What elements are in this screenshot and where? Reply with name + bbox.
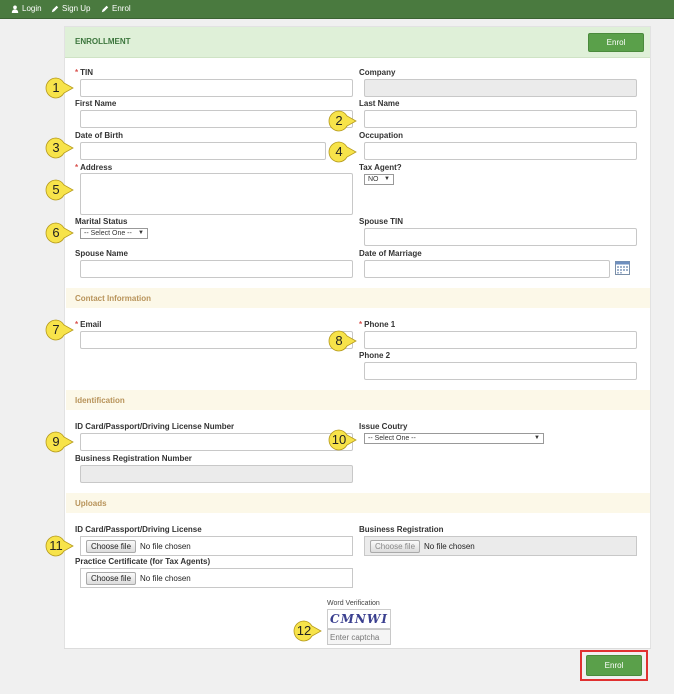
address-label: * Address [75, 163, 113, 172]
business-reg-label: Business Registration [359, 525, 444, 534]
first-name-label: First Name [75, 99, 117, 108]
card-header: ENROLLMENT Enrol [65, 27, 650, 58]
date-of-marriage-label: Date of Marriage [359, 249, 422, 258]
chevron-down-icon: ▼ [138, 230, 144, 236]
email-label: * Email [75, 320, 102, 329]
callout-badge-4: 4 [327, 140, 357, 164]
uploads-section-header: Uploads [66, 493, 650, 513]
pencil-icon [51, 5, 59, 12]
company-label: Company [359, 68, 396, 77]
calendar-icon[interactable] [615, 260, 630, 275]
dob-input[interactable] [80, 142, 326, 160]
contact-section-header: Contact Information [66, 288, 650, 308]
nav-signup-label: Sign Up [62, 4, 91, 13]
id-file-upload[interactable]: Choose file No file chosen [80, 536, 353, 556]
tin-input[interactable] [80, 79, 353, 97]
occupation-input[interactable] [364, 142, 637, 160]
phone1-label: * Phone 1 [359, 320, 396, 329]
nav-enrol-label: Enrol [112, 4, 131, 13]
chevron-down-icon: ▼ [384, 176, 390, 182]
enrol-highlight-box [580, 650, 648, 681]
callout-badge-2: 2 [327, 109, 357, 133]
captcha-input[interactable]: Enter captcha [327, 629, 391, 645]
callout-badge-6: 6 [44, 221, 74, 245]
id-number-input[interactable] [80, 433, 353, 451]
nav-enrol-link[interactable]: Enrol [101, 4, 131, 13]
address-textarea[interactable] [80, 173, 353, 215]
tin-label: * TIN [75, 68, 94, 77]
callout-badge-11: 11 [44, 534, 74, 558]
last-name-label: Last Name [359, 99, 400, 108]
marital-status-label: Marital Status [75, 217, 128, 226]
identification-section-header: Identification [66, 390, 650, 410]
id-number-label: ID Card/Passport/Driving License Number [75, 422, 235, 431]
callout-badge-7: 7 [44, 318, 74, 342]
phone2-label: Phone 2 [359, 351, 391, 360]
practice-cert-label: Practice Certificate (for Tax Agents) [75, 557, 211, 566]
header-enrol-button[interactable]: Enrol [588, 33, 644, 52]
brn-label: Business Registration Number [75, 454, 192, 463]
captcha-label: Word Verification [327, 600, 380, 607]
callout-badge-1: 1 [44, 76, 74, 100]
choose-file-button[interactable]: Choose file [86, 571, 137, 585]
brn-input[interactable] [80, 465, 353, 483]
captcha-image: CMNWI [327, 609, 391, 629]
occupation-label: Occupation [359, 131, 404, 140]
chevron-down-icon: ▼ [534, 435, 540, 441]
choose-file-button[interactable]: Choose file [86, 539, 137, 553]
nav-login-link[interactable]: Login [11, 4, 42, 13]
callout-badge-10: 10 [327, 428, 357, 452]
last-name-input[interactable] [364, 110, 637, 128]
phone1-input[interactable] [364, 331, 637, 349]
email-input[interactable] [80, 331, 353, 349]
callout-badge-5: 5 [44, 178, 74, 202]
callout-badge-9: 9 [44, 430, 74, 454]
choose-file-button[interactable]: Choose file [370, 539, 421, 553]
id-file-label: ID Card/Passport/Driving License [75, 525, 202, 534]
issue-country-label: Issue Coutry [359, 422, 408, 431]
file-status: No file chosen [140, 573, 191, 583]
business-reg-upload[interactable]: Choose file No file chosen [364, 536, 637, 556]
marital-status-select[interactable]: -- Select One -- ▼ [80, 228, 148, 239]
issue-country-select[interactable]: -- Select One -- ▼ [364, 433, 544, 444]
callout-badge-3: 3 [44, 136, 74, 160]
practice-cert-upload[interactable]: Choose file No file chosen [80, 568, 353, 588]
file-status: No file chosen [140, 541, 191, 551]
tax-agent-label: Tax Agent? [359, 163, 402, 172]
pencil-icon [101, 5, 109, 12]
form-footer [64, 648, 651, 690]
tax-agent-select[interactable]: NO ▼ [364, 174, 394, 185]
callout-badge-8: 8 [327, 329, 357, 353]
user-icon [11, 5, 19, 13]
company-input[interactable] [364, 79, 637, 97]
spouse-tin-label: Spouse TIN [359, 217, 404, 226]
nav-login-label: Login [22, 4, 42, 13]
date-of-marriage-input[interactable] [364, 260, 610, 278]
phone2-input[interactable] [364, 362, 637, 380]
spouse-name-label: Spouse Name [75, 249, 128, 258]
file-status: No file chosen [424, 541, 475, 551]
spouse-tin-input[interactable] [364, 228, 637, 246]
dob-label: Date of Birth [75, 131, 123, 140]
callout-badge-12: 12 [292, 619, 322, 643]
nav-signup-link[interactable]: Sign Up [51, 4, 90, 13]
first-name-input[interactable] [80, 110, 353, 128]
page-title: ENROLLMENT [75, 37, 131, 46]
spouse-name-input[interactable] [80, 260, 353, 278]
top-nav: Login Sign Up Enrol [0, 0, 674, 19]
